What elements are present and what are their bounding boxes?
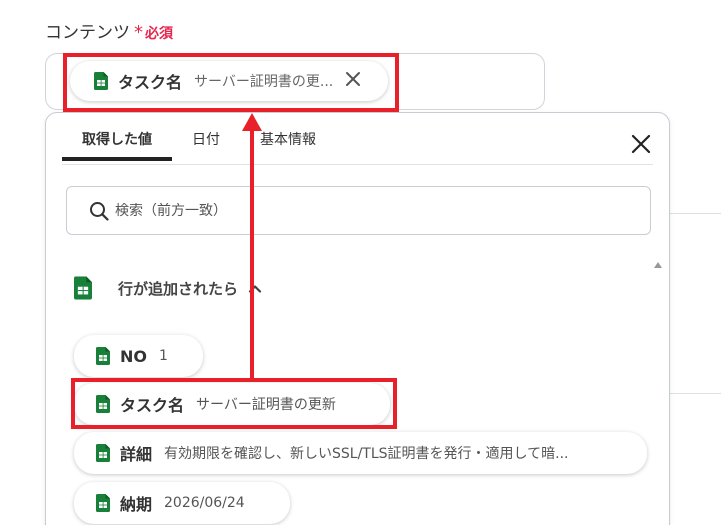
field-label-text: コンテンツ [45,23,130,43]
value-item-detail[interactable]: 詳細 有効期限を確認し、新しいSSL/TLS証明書を発行・適用して暗... [74,432,647,474]
google-sheets-icon [94,72,108,90]
item-label: 納期 [120,495,153,514]
input-token-task-name[interactable]: タスク名 サーバー証明書の更... [70,61,388,101]
field-label: コンテンツ * 必須 [45,18,173,43]
item-value: サーバー証明書の更新 [196,397,336,413]
tab-date[interactable]: 日付 [172,129,240,161]
tab-divider [62,164,653,165]
item-value: 有効期限を確認し、新しいSSL/TLS証明書を発行・適用して暗... [164,446,569,462]
value-item-no[interactable]: NO 1 [74,335,203,377]
google-sheets-icon [96,444,110,462]
annotation-arrow-head-icon [242,113,262,131]
tab-basic-info[interactable]: 基本情報 [240,129,336,161]
search-input[interactable] [115,202,615,219]
close-icon[interactable] [345,70,361,92]
item-value: 2026/06/24 [164,495,245,511]
item-value: 1 [159,348,168,364]
google-sheets-icon [96,347,110,365]
value-item-task-name[interactable]: タスク名 サーバー証明書の更新 [74,383,390,425]
scroll-up-arrow-icon[interactable] [654,262,662,268]
close-icon[interactable] [630,133,652,155]
item-label: タスク名 [120,396,185,415]
item-label: 詳細 [120,445,153,464]
background-divider [670,393,721,394]
search-icon [90,201,109,221]
tab-bar: 取得した値 日付 基本情報 [62,129,336,161]
google-sheets-icon [96,494,110,512]
background-divider [670,213,721,214]
google-sheets-icon [74,276,92,300]
google-sheets-icon [96,395,110,413]
section-header-row-added[interactable]: 行が追加されたら [74,276,262,300]
search-box[interactable] [66,186,651,235]
variable-picker-panel: 取得した値 日付 基本情報 行が追加されたら NO 1 タスク名 サーバー証明書… [45,112,670,525]
token-label: タスク名 [118,73,183,92]
annotation-arrow-line [250,124,254,380]
value-item-due-date[interactable]: 納期 2026/06/24 [74,482,290,524]
item-label: NO [120,346,147,366]
required-text: 必須 [145,26,173,42]
tab-acquired-values[interactable]: 取得した値 [62,129,172,161]
token-value: サーバー証明書の更... [194,74,334,90]
section-label: 行が追加されたら [118,279,239,298]
required-mark: * [134,22,143,43]
scrollbar[interactable] [651,258,665,525]
